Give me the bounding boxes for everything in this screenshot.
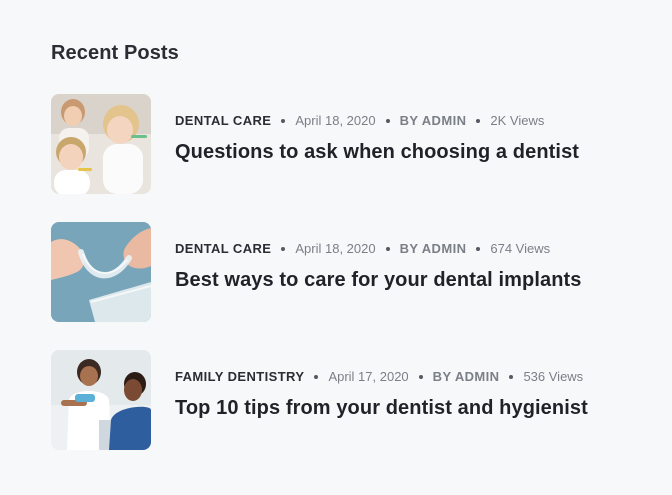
post-meta: DENTAL CARE April 18, 2020 BY ADMIN 674 …	[175, 240, 582, 258]
recent-posts-widget: Recent Posts DENTAL CARE April 18, 2020 …	[51, 40, 641, 478]
post-body: DENTAL CARE April 18, 2020 BY ADMIN 674 …	[175, 240, 582, 293]
separator-dot	[385, 246, 390, 251]
separator-dot	[281, 118, 286, 123]
post-author-link[interactable]: BY ADMIN	[433, 368, 500, 386]
post-date: April 18, 2020	[295, 240, 376, 256]
list-item: DENTAL CARE April 18, 2020 BY ADMIN 674 …	[51, 222, 641, 322]
separator-dot	[385, 118, 390, 123]
post-date: April 18, 2020	[295, 112, 376, 128]
post-thumbnail-image[interactable]	[51, 350, 151, 450]
widget-title: Recent Posts	[51, 42, 179, 64]
list-item: FAMILY DENTISTRY April 17, 2020 BY ADMIN…	[51, 350, 641, 450]
post-meta: DENTAL CARE April 18, 2020 BY ADMIN 2K V…	[175, 112, 579, 130]
family-brushing-teeth-photo	[51, 94, 151, 194]
list-item: DENTAL CARE April 18, 2020 BY ADMIN 2K V…	[51, 94, 641, 194]
post-date: April 17, 2020	[328, 368, 409, 384]
post-category-link[interactable]: DENTAL CARE	[175, 112, 271, 130]
dentist-with-patient-photo	[51, 350, 151, 450]
post-author-link[interactable]: BY ADMIN	[400, 112, 467, 130]
post-category-link[interactable]: FAMILY DENTISTRY	[175, 368, 304, 386]
post-title-link[interactable]: Best ways to care for your dental implan…	[175, 267, 582, 293]
separator-dot	[476, 118, 481, 123]
post-views: 674 Views	[490, 240, 551, 256]
separator-dot	[476, 246, 481, 251]
post-author-link[interactable]: BY ADMIN	[400, 240, 467, 258]
post-views: 2K Views	[490, 112, 545, 128]
post-body: DENTAL CARE April 18, 2020 BY ADMIN 2K V…	[175, 112, 579, 165]
post-title-link[interactable]: Questions to ask when choosing a dentist	[175, 139, 579, 165]
separator-dot	[314, 374, 319, 379]
post-list: DENTAL CARE April 18, 2020 BY ADMIN 2K V…	[51, 94, 641, 450]
post-thumbnail-image[interactable]	[51, 222, 151, 322]
separator-dot	[281, 246, 286, 251]
separator-dot	[418, 374, 423, 379]
post-thumbnail-image[interactable]	[51, 94, 151, 194]
post-views: 536 Views	[523, 368, 584, 384]
separator-dot	[509, 374, 514, 379]
post-meta: FAMILY DENTISTRY April 17, 2020 BY ADMIN…	[175, 368, 588, 386]
post-body: FAMILY DENTISTRY April 17, 2020 BY ADMIN…	[175, 368, 588, 421]
post-category-link[interactable]: DENTAL CARE	[175, 240, 271, 258]
clear-aligner-photo	[51, 222, 151, 322]
post-title-link[interactable]: Top 10 tips from your dentist and hygien…	[175, 395, 588, 421]
